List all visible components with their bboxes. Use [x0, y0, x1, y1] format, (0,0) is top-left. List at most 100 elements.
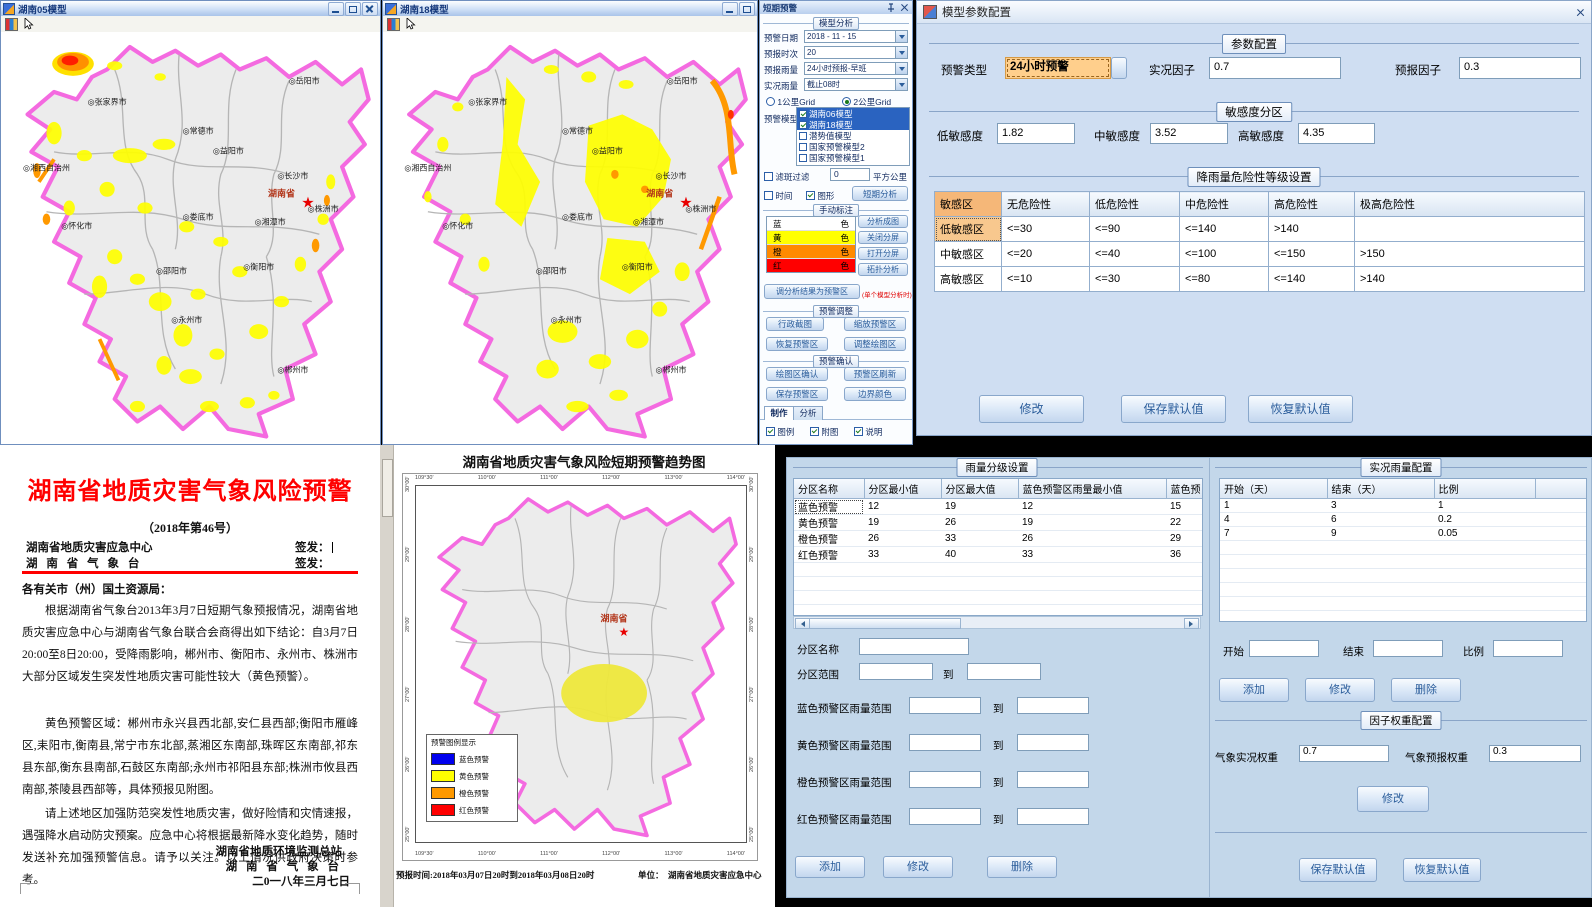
- red-range-min-input[interactable]: [909, 808, 981, 825]
- blue-range-max-input[interactable]: [1017, 697, 1089, 714]
- restore-warnzone-button[interactable]: 恢复预警区: [766, 337, 828, 351]
- tab-model-analysis[interactable]: 模型分析: [813, 17, 859, 30]
- high-sens-input[interactable]: 4.35: [1298, 123, 1375, 144]
- delete-button[interactable]: 删除: [987, 856, 1057, 878]
- map-canvas-hunan18[interactable]: ◎岳阳市◎张家界市◎常德市◎益阳市◎湘西自治州◎长沙市湖南省◎株洲市◎湘潭市◎娄…: [383, 32, 757, 444]
- model-checkbox-item[interactable]: 湖南06模型: [797, 108, 909, 119]
- boundary-color-button[interactable]: 边界颜色: [844, 387, 906, 401]
- shortterm-analyze-button[interactable]: 短期分析: [852, 186, 908, 201]
- zone-range-max-input[interactable]: [967, 663, 1041, 680]
- yellow-range-min-input[interactable]: [909, 734, 981, 751]
- color-list-item[interactable]: 蓝色: [767, 217, 855, 231]
- scroll-left-icon[interactable]: [795, 618, 810, 629]
- save-defaults-button[interactable]: 保存默认值: [1121, 395, 1226, 423]
- pan-tool-icon[interactable]: [5, 18, 18, 31]
- model-checkbox-item[interactable]: 国家预警模型1: [797, 152, 909, 163]
- zone-range-min-input[interactable]: [859, 663, 933, 680]
- close-button[interactable]: [362, 2, 378, 16]
- tab-analysis[interactable]: 分析: [793, 406, 823, 420]
- add-button[interactable]: 添加: [795, 856, 865, 878]
- end-input[interactable]: [1373, 640, 1443, 657]
- modify-button[interactable]: 修改: [883, 856, 953, 878]
- chevron-down-icon[interactable]: [895, 31, 907, 42]
- delete-button[interactable]: 删除: [1391, 678, 1461, 702]
- chevron-down-icon[interactable]: [895, 47, 907, 58]
- legend-checkbox[interactable]: 图例: [766, 426, 794, 438]
- color-list-item[interactable]: 橙色: [767, 245, 855, 259]
- ratio-input[interactable]: [1493, 640, 1563, 657]
- pan-tool-icon[interactable]: [387, 18, 400, 31]
- graph-checkbox[interactable]: 图形: [806, 190, 834, 202]
- minimize-button[interactable]: [722, 2, 738, 16]
- low-sens-input[interactable]: 1.82: [997, 123, 1075, 144]
- blue-range-min-input[interactable]: [909, 697, 981, 714]
- mid-sens-input[interactable]: 3.52: [1150, 123, 1228, 144]
- rain-grading-table[interactable]: 分区名称分区最小值 分区最大值蓝色预警区雨量最小值 蓝色预 蓝色预警12 191…: [793, 478, 1203, 616]
- warning-model-listbox[interactable]: 湖南06模型 湖南18模型 潜势值模型 国家预警模型2 国家预警模型1: [796, 107, 910, 166]
- attachmap-checkbox[interactable]: 附图: [810, 426, 838, 438]
- cursor-tool-icon[interactable]: [24, 18, 34, 30]
- maximize-button[interactable]: [345, 2, 361, 16]
- model-checkbox-item[interactable]: 国家预警模型2: [797, 141, 909, 152]
- table-row[interactable]: 低敏感区 <=30<=90 <=140>140: [935, 217, 1585, 242]
- annotation-color-list[interactable]: 蓝色黄色橙色红色: [766, 216, 856, 273]
- save-warnzone-button[interactable]: 保存预警区: [766, 387, 828, 401]
- adjust-drawzone-button[interactable]: 调整绘图区: [844, 337, 906, 351]
- table-row[interactable]: 中敏感区 <=20<=40 <=100<=150 >150: [935, 242, 1585, 267]
- zone-name-input[interactable]: [859, 638, 969, 655]
- table-row[interactable]: 橙色预警26 3326 29: [794, 531, 1202, 547]
- patch-filter-input[interactable]: 0: [830, 168, 870, 181]
- add-button[interactable]: 添加: [1219, 678, 1289, 702]
- live-rain-table[interactable]: 开始（天）结束（天） 比例 13 1 46 0.2 79 0.05: [1219, 478, 1587, 622]
- close-icon[interactable]: [1576, 8, 1585, 17]
- map-canvas-hunan05[interactable]: ◎岳阳市◎张家界市◎常德市◎益阳市◎湘西自治州◎长沙市湖南省◎株洲市◎湘潭市◎娄…: [1, 32, 380, 444]
- cursor-tool-icon[interactable]: [406, 18, 416, 30]
- start-input[interactable]: [1249, 640, 1319, 657]
- restore-defaults-button[interactable]: 恢复默认值: [1403, 858, 1481, 882]
- forecast-time-combo[interactable]: 20: [804, 46, 908, 59]
- minimize-button[interactable]: [328, 2, 344, 16]
- modify-button[interactable]: 修改: [1357, 786, 1429, 812]
- vertical-scrollbar[interactable]: [380, 445, 394, 907]
- restore-defaults-button[interactable]: 恢复默认值: [1248, 395, 1353, 423]
- orange-range-min-input[interactable]: [909, 771, 981, 788]
- model-checkbox-item[interactable]: 潜势值模型: [797, 130, 909, 141]
- topology-analysis-button[interactable]: 拓扑分析: [858, 263, 908, 276]
- yellow-range-max-input[interactable]: [1017, 734, 1089, 751]
- orange-range-max-input[interactable]: [1017, 771, 1089, 788]
- modify-button[interactable]: 修改: [979, 395, 1084, 423]
- note-checkbox[interactable]: 说明: [854, 426, 882, 438]
- live-factor-input[interactable]: 0.7: [1209, 57, 1341, 79]
- warn-type-combo[interactable]: 24小时预警: [1005, 57, 1111, 79]
- analysis-to-image-button[interactable]: 分析成图: [858, 215, 908, 228]
- chevron-down-icon[interactable]: [895, 63, 907, 74]
- result-to-warnzone-button[interactable]: 调分析结果为预警区: [764, 284, 860, 299]
- red-range-max-input[interactable]: [1017, 808, 1089, 825]
- scroll-right-icon[interactable]: [1184, 618, 1199, 629]
- time-checkbox[interactable]: 时间: [764, 190, 792, 202]
- scrollbar-thumb[interactable]: [809, 618, 961, 629]
- warnzone-refresh-button[interactable]: 预警区刷新: [844, 367, 906, 381]
- table-row[interactable]: 79 0.05: [1220, 527, 1586, 541]
- model-checkbox-item[interactable]: 湖南18模型: [797, 119, 909, 130]
- pin-icon[interactable]: [887, 3, 896, 13]
- warn-date-combo[interactable]: 2018 - 11 - 15: [804, 30, 908, 43]
- modify-button[interactable]: 修改: [1305, 678, 1375, 702]
- open-splitscreen-button[interactable]: 打开分屏: [858, 247, 908, 260]
- scrollbar-thumb[interactable]: [382, 459, 393, 517]
- color-list-item[interactable]: 红色: [767, 259, 855, 273]
- live-rain-combo[interactable]: 截止08时: [804, 78, 908, 91]
- live-weight-input[interactable]: 0.7: [1299, 745, 1389, 762]
- tab-produce[interactable]: 制作: [764, 406, 794, 420]
- table-row[interactable]: 13 1: [1220, 499, 1586, 513]
- table-row[interactable]: 黄色预警19 2619 22: [794, 515, 1202, 531]
- forecast-rain-combo[interactable]: 24小时预报-早班: [804, 62, 908, 75]
- admin-capture-button[interactable]: 行政截图: [766, 317, 824, 331]
- chevron-down-icon[interactable]: [895, 79, 907, 90]
- close-icon[interactable]: [900, 3, 909, 12]
- maximize-button[interactable]: [739, 2, 755, 16]
- table-row[interactable]: 46 0.2: [1220, 513, 1586, 527]
- forecast-weight-input[interactable]: 0.3: [1489, 745, 1581, 762]
- horizontal-scrollbar[interactable]: [793, 616, 1201, 629]
- color-list-item[interactable]: 黄色: [767, 231, 855, 245]
